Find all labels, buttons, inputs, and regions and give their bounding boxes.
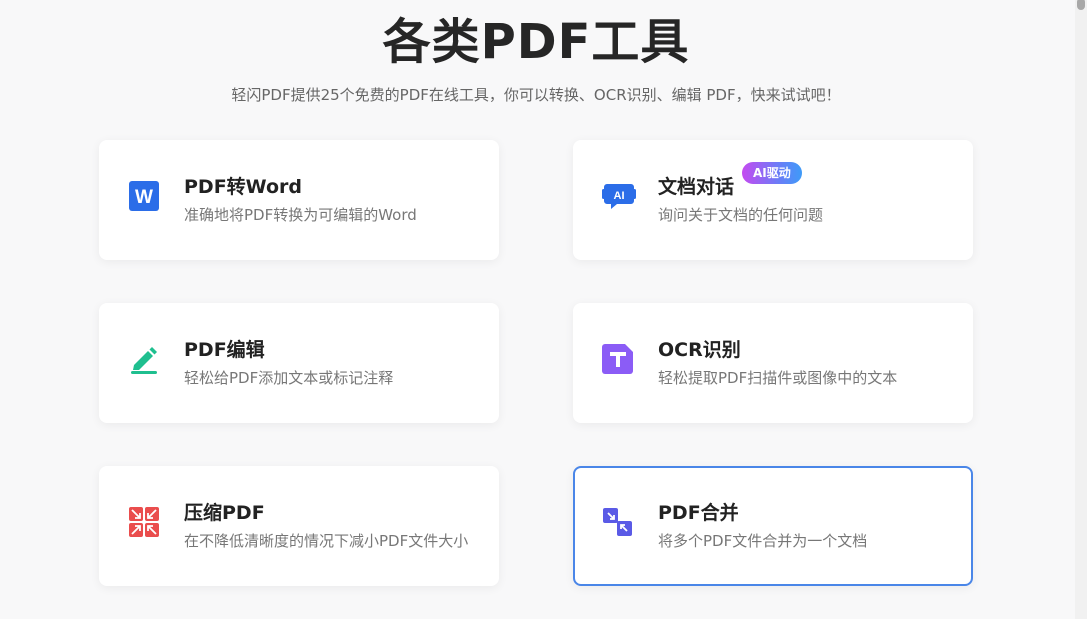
tool-desc: 轻松给PDF添加文本或标记注释 [184, 369, 394, 387]
tool-desc: 在不降低清晰度的情况下减小PDF文件大小 [184, 532, 469, 550]
tool-name: PDF转Word [184, 176, 302, 198]
page-title: 各类PDF工具 [382, 14, 690, 70]
tool-desc: 将多个PDF文件合并为一个文档 [658, 532, 868, 550]
tool-card-doc-chat[interactable]: AI 文档对话 AI驱动 询问关于文档的任何问题 [573, 140, 973, 260]
tool-desc: 轻松提取PDF扫描件或图像中的文本 [658, 369, 898, 387]
tool-card-compress[interactable]: 压缩PDF 在不降低清晰度的情况下减小PDF文件大小 [99, 466, 499, 586]
tool-desc: 准确地将PDF转换为可编辑的Word [184, 206, 417, 224]
text-recognition-icon [602, 343, 634, 375]
tool-name: PDF编辑 [184, 339, 265, 361]
tool-card-pdf-edit[interactable]: PDF编辑 轻松给PDF添加文本或标记注释 [99, 303, 499, 423]
svg-text:W: W [135, 187, 153, 208]
tool-name: OCR识别 [658, 339, 741, 361]
page-subtitle: 轻闪PDF提供25个免费的PDF在线工具，你可以转换、OCR识别、编辑 PDF，… [231, 86, 841, 104]
compress-icon [128, 506, 160, 538]
scrollbar-thumb[interactable] [1077, 0, 1085, 10]
tool-name: 文档对话 [658, 176, 735, 198]
tool-card-ocr[interactable]: OCR识别 轻松提取PDF扫描件或图像中的文本 [573, 303, 973, 423]
tool-card-merge[interactable]: PDF合并 将多个PDF文件合并为一个文档 [573, 466, 973, 586]
tool-card-pdf-to-word[interactable]: W PDF转Word 准确地将PDF转换为可编辑的Word [99, 140, 499, 260]
pencil-icon [128, 343, 160, 375]
merge-icon [602, 506, 634, 538]
ai-chat-icon: AI [602, 180, 636, 212]
tool-name: 压缩PDF [184, 502, 265, 524]
tool-name: PDF合并 [658, 502, 739, 524]
tools-page: 各类PDF工具 轻闪PDF提供25个免费的PDF在线工具，你可以转换、OCR识别… [0, 0, 1087, 619]
svg-text:AI: AI [614, 190, 625, 202]
ai-badge: AI驱动 [742, 162, 802, 184]
word-icon: W [128, 180, 160, 212]
tool-desc: 询问关于文档的任何问题 [658, 206, 824, 224]
scrollbar[interactable] [1075, 0, 1087, 619]
